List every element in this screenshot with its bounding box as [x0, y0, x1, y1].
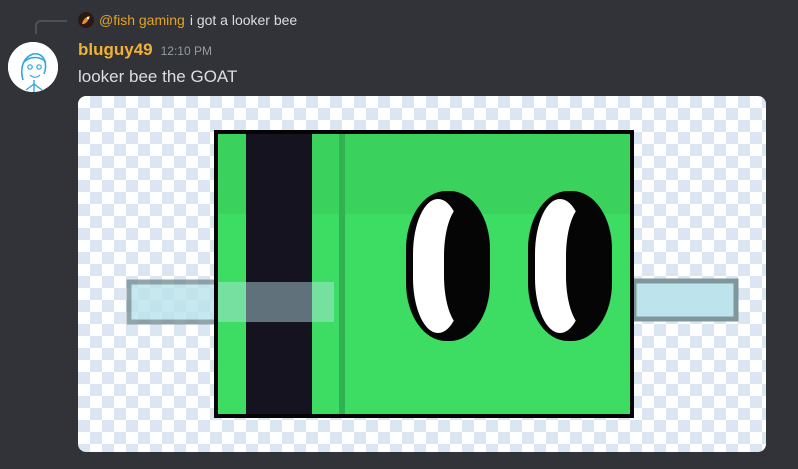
reply-author-mention[interactable]: @fish gaming [99, 12, 185, 28]
message-header: bluguy49 12:10 PM [78, 40, 212, 64]
user-avatar[interactable] [8, 42, 58, 92]
right-wing [631, 278, 739, 322]
username[interactable]: bluguy49 [78, 40, 153, 60]
sketch-face-avatar-icon [8, 42, 58, 92]
reply-text[interactable]: i got a looker bee [190, 12, 297, 28]
left-eye [406, 191, 490, 341]
message-timestamp[interactable]: 12:10 PM [161, 44, 212, 58]
message-content: looker bee the GOAT [78, 67, 238, 86]
looker-bee-image [126, 130, 739, 418]
right-eye [528, 191, 612, 341]
reply-connector [35, 20, 67, 34]
bee-stripe [246, 134, 312, 414]
fish-gaming-avatar-icon[interactable] [78, 12, 94, 28]
image-attachment[interactable] [78, 96, 766, 452]
reply-preview[interactable]: @fish gaming i got a looker bee [78, 10, 297, 30]
